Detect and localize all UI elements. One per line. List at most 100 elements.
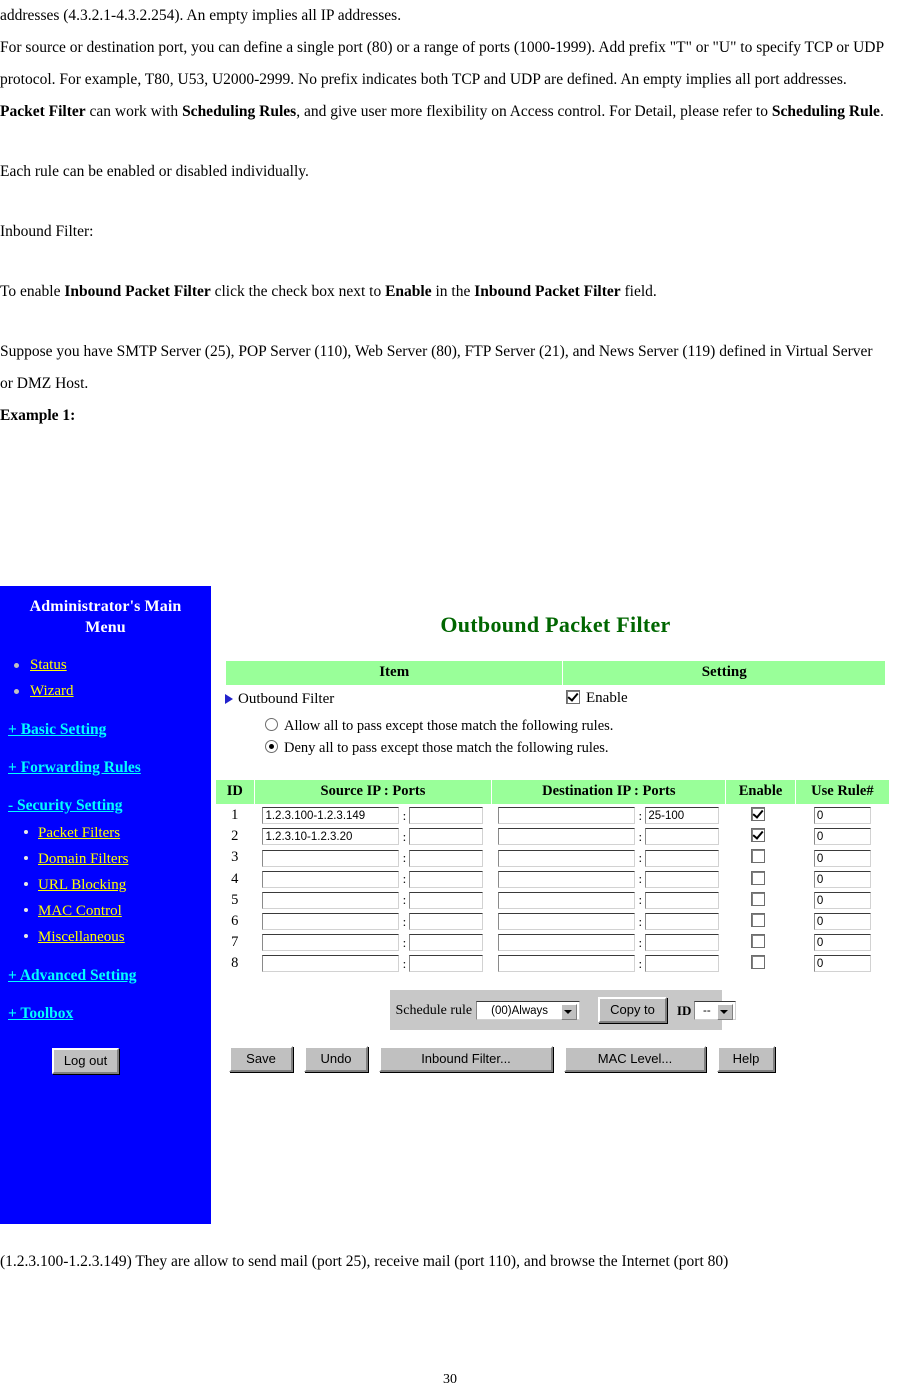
sidebar-section-forwarding-rules-label[interactable]: + Forwarding Rules <box>8 759 141 776</box>
sidebar-section-advanced-setting-label[interactable]: + Advanced Setting <box>8 967 137 984</box>
sidebar-item-packet-filters-label[interactable]: Packet Filters <box>38 825 120 841</box>
policy-option-allow[interactable]: Allow all to pass except those match the… <box>265 715 900 737</box>
policy-option-deny[interactable]: Deny all to pass except those match the … <box>265 737 900 759</box>
sidebar-item-status[interactable]: Status <box>0 652 211 678</box>
mac-level-button[interactable]: MAC Level... <box>564 1046 706 1073</box>
destination-port-input[interactable] <box>645 913 720 931</box>
rule-enable-checkbox[interactable] <box>750 891 765 906</box>
sidebar-item-packet-filters[interactable]: Packet Filters <box>0 820 211 846</box>
colon-separator: : <box>402 934 407 950</box>
use-rule-input[interactable]: 0 <box>813 849 871 867</box>
schedule-id-select[interactable]: -- <box>694 1001 737 1021</box>
help-button[interactable]: Help <box>717 1046 775 1073</box>
use-rule-input[interactable]: 0 <box>813 891 871 909</box>
rule-enable-checkbox[interactable] <box>750 870 765 885</box>
inbound-filter-button[interactable]: Inbound Filter... <box>379 1046 553 1073</box>
destination-ip-input[interactable] <box>498 934 636 952</box>
source-port-input[interactable] <box>409 849 484 867</box>
rule-destination-cell: :25-100 <box>492 805 726 827</box>
source-port-input[interactable] <box>409 828 484 846</box>
destination-port-input[interactable] <box>645 828 720 846</box>
rule-use-rule-cell: 0 <box>795 805 889 827</box>
destination-port-input[interactable] <box>645 849 720 867</box>
colon-separator: : <box>402 828 407 844</box>
to-enable-mid-a: click the check box next to <box>210 283 386 300</box>
sidebar-section-toolbox[interactable]: + Toolbox <box>0 1002 211 1026</box>
use-rule-input[interactable]: 0 <box>813 807 871 825</box>
outbound-filter-enable-cell: Enable <box>566 690 628 707</box>
sidebar-item-miscellaneous[interactable]: Miscellaneous <box>0 924 211 950</box>
colon-separator: : <box>402 913 407 929</box>
sidebar-section-basic-setting-label[interactable]: + Basic Setting <box>8 721 106 738</box>
rule-enable-cell <box>726 953 795 974</box>
column-header-destination: Destination IP : Ports <box>491 779 727 805</box>
rule-enable-checkbox[interactable] <box>750 912 765 927</box>
destination-ip-input[interactable] <box>498 828 636 846</box>
source-ip-input[interactable] <box>262 870 400 888</box>
source-ip-input[interactable] <box>262 913 400 931</box>
destination-ip-input[interactable] <box>498 955 636 973</box>
sidebar-item-url-blocking-label[interactable]: URL Blocking <box>38 877 126 893</box>
source-ip-input[interactable]: 1.2.3.10-1.2.3.20 <box>262 828 400 846</box>
destination-port-input[interactable] <box>645 891 720 909</box>
rule-enable-checkbox[interactable] <box>750 807 765 822</box>
source-ip-input[interactable] <box>262 934 400 952</box>
rule-use-rule-cell: 0 <box>795 826 889 847</box>
use-rule-input[interactable]: 0 <box>813 955 871 973</box>
sidebar-item-miscellaneous-label[interactable]: Miscellaneous <box>38 929 125 945</box>
source-ip-input[interactable]: 1.2.3.100-1.2.3.149 <box>262 807 400 825</box>
destination-port-input[interactable] <box>645 934 720 952</box>
colon-separator: : <box>638 871 643 887</box>
sidebar-section-security-setting-label[interactable]: - Security Setting <box>8 797 123 814</box>
use-rule-input[interactable]: 0 <box>813 870 871 888</box>
schedule-rule-select[interactable]: (00)Always <box>476 1001 581 1021</box>
sidebar-section-security-setting[interactable]: - Security Setting <box>0 794 211 818</box>
destination-ip-input[interactable] <box>498 807 636 825</box>
logout-button[interactable]: Log out <box>51 1048 120 1074</box>
use-rule-input[interactable]: 0 <box>813 828 871 846</box>
source-port-input[interactable] <box>409 870 484 888</box>
sidebar-item-status-label[interactable]: Status <box>30 657 67 673</box>
sidebar-section-basic-setting[interactable]: + Basic Setting <box>0 718 211 742</box>
destination-ip-input[interactable] <box>498 913 636 931</box>
undo-button[interactable]: Undo <box>304 1046 368 1073</box>
paragraph-addresses: addresses (4.3.2.1-4.3.2.254). An empty … <box>0 7 402 24</box>
source-ip-input[interactable] <box>262 849 400 867</box>
policy-deny-radio[interactable] <box>265 740 278 753</box>
sidebar-section-advanced-setting[interactable]: + Advanced Setting <box>0 964 211 988</box>
rule-enable-checkbox[interactable] <box>750 934 765 949</box>
source-port-input[interactable] <box>409 913 484 931</box>
source-port-input[interactable] <box>409 934 484 952</box>
use-rule-input[interactable]: 0 <box>813 934 871 952</box>
use-rule-input[interactable]: 0 <box>813 913 871 931</box>
source-ip-input[interactable] <box>262 955 400 973</box>
sidebar-item-wizard[interactable]: Wizard <box>0 678 211 704</box>
destination-ip-input[interactable] <box>498 870 636 888</box>
source-port-input[interactable] <box>409 807 484 825</box>
destination-ip-input[interactable] <box>498 849 636 867</box>
rule-enable-checkbox[interactable] <box>750 828 765 843</box>
source-port-input[interactable] <box>409 891 484 909</box>
copy-to-button[interactable]: Copy to <box>598 997 667 1024</box>
sidebar-item-domain-filters-label[interactable]: Domain Filters <box>38 851 128 867</box>
destination-ip-input[interactable] <box>498 891 636 909</box>
sidebar-item-domain-filters[interactable]: Domain Filters <box>0 846 211 872</box>
source-ip-input[interactable] <box>262 891 400 909</box>
destination-port-input[interactable] <box>645 870 720 888</box>
sidebar-item-mac-control-label[interactable]: MAC Control <box>38 903 122 919</box>
destination-port-input[interactable]: 25-100 <box>645 807 720 825</box>
policy-allow-radio[interactable] <box>265 718 278 731</box>
source-port-input[interactable] <box>409 955 484 973</box>
sidebar-item-url-blocking[interactable]: URL Blocking <box>0 872 211 898</box>
outbound-filter-enable-checkbox[interactable] <box>566 690 580 704</box>
sidebar-section-toolbox-label[interactable]: + Toolbox <box>8 1005 73 1022</box>
rule-id: 1 <box>231 807 239 824</box>
save-button[interactable]: Save <box>229 1046 293 1073</box>
rule-enable-checkbox[interactable] <box>750 849 765 864</box>
rule-enable-checkbox[interactable] <box>750 955 765 970</box>
sidebar-item-mac-control[interactable]: MAC Control <box>0 898 211 924</box>
sidebar-section-forwarding-rules[interactable]: + Forwarding Rules <box>0 756 211 780</box>
sidebar-item-wizard-label[interactable]: Wizard <box>30 683 74 699</box>
destination-port-input[interactable] <box>645 955 720 973</box>
